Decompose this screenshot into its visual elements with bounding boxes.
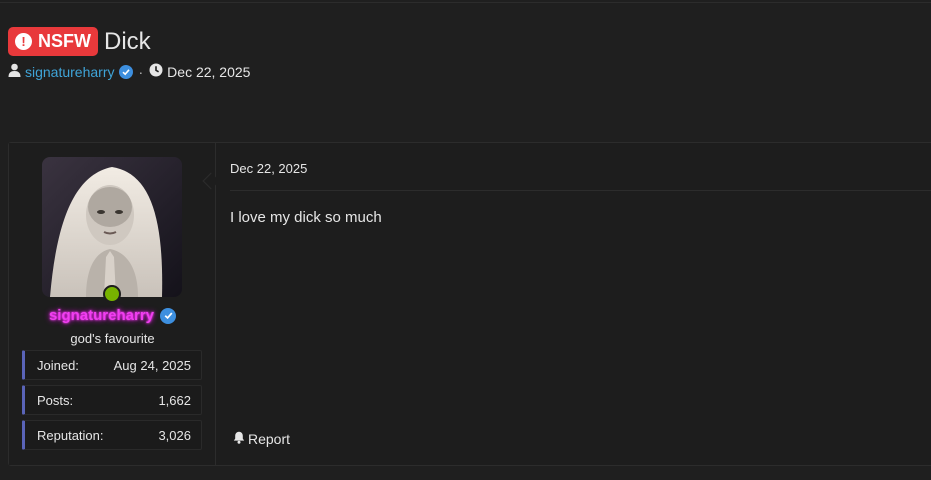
stat-value: Aug 24, 2025	[113, 357, 191, 373]
verified-check-icon	[118, 64, 133, 79]
stat-reputation: Reputation: 3,026	[22, 420, 202, 450]
stat-label: Reputation:	[37, 427, 104, 443]
title-row: ! NSFW Dick	[8, 27, 250, 56]
stat-posts: Posts: 1,662	[22, 385, 202, 415]
page: ! NSFW Dick signatureharry · Dec 22, 202…	[0, 0, 931, 480]
user-title: god's favourite	[70, 331, 155, 346]
thread-author-link[interactable]: signatureharry	[25, 64, 115, 80]
exclamation-circle-icon: !	[15, 33, 32, 50]
user-icon	[8, 63, 21, 80]
post-body: I love my dick so much	[230, 209, 382, 226]
thread-meta: signatureharry · Dec 22, 2025	[8, 63, 250, 80]
nsfw-badge-label: NSFW	[38, 31, 91, 51]
thread-title: Dick	[104, 27, 151, 55]
report-label: Report	[248, 431, 291, 447]
report-button[interactable]: Report	[233, 431, 290, 447]
avatar[interactable]	[42, 157, 182, 297]
stat-value: 3,026	[158, 427, 191, 443]
online-status-indicator	[103, 285, 121, 303]
post-date[interactable]: Dec 22, 2025	[230, 161, 307, 176]
verified-check-icon	[160, 307, 177, 324]
thread-date[interactable]: Dec 22, 2025	[167, 64, 250, 80]
stat-label: Joined:	[37, 357, 79, 373]
post-user-cell: signatureharry god's favourite Joined: A…	[9, 143, 216, 465]
bell-icon	[233, 431, 245, 447]
post-card: signatureharry god's favourite Joined: A…	[8, 142, 931, 466]
clock-icon	[149, 63, 163, 80]
post-username[interactable]: signatureharry	[49, 307, 154, 324]
stat-value: 1,662	[158, 392, 191, 408]
post-main-cell: Dec 22, 2025 I love my dick so much Repo…	[217, 143, 931, 465]
username-row: signatureharry	[9, 307, 216, 324]
top-divider	[0, 2, 931, 3]
user-stats: Joined: Aug 24, 2025 Posts: 1,662 Reputa…	[22, 350, 202, 455]
stat-joined: Joined: Aug 24, 2025	[22, 350, 202, 380]
post-divider	[230, 190, 931, 191]
thread-header: ! NSFW Dick signatureharry · Dec 22, 202…	[8, 27, 250, 80]
nsfw-badge[interactable]: ! NSFW	[8, 27, 98, 56]
stat-label: Posts:	[37, 392, 74, 408]
meta-separator: ·	[138, 63, 144, 80]
